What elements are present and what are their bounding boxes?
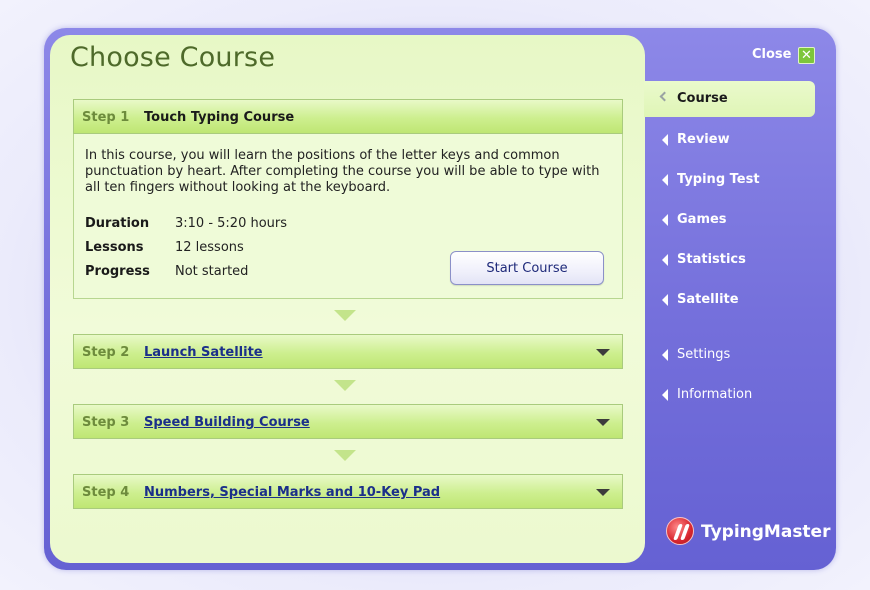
progress-label: Progress — [85, 264, 150, 279]
triangle-left-icon — [662, 254, 668, 266]
nav-item-information[interactable]: Information — [660, 384, 810, 406]
step-number: Step 2 — [82, 345, 130, 360]
step-number: Step 4 — [82, 485, 130, 500]
nav-item-statistics[interactable]: Statistics — [660, 249, 810, 271]
start-course-button[interactable]: Start Course — [450, 251, 604, 285]
step-connector-arrow-icon — [334, 310, 356, 321]
nav-item-label: Statistics — [677, 252, 746, 267]
expand-chevron-down-icon[interactable] — [596, 349, 610, 356]
triangle-left-icon — [662, 294, 668, 306]
nav-item-label: Settings — [677, 347, 731, 362]
step-2-link[interactable]: Launch Satellite — [144, 345, 263, 360]
nav-item-label: Satellite — [677, 292, 739, 307]
step-connector-arrow-icon — [334, 450, 356, 461]
triangle-left-icon — [662, 174, 668, 186]
nav-item-label: Course — [677, 91, 728, 106]
triangle-left-icon — [662, 389, 668, 401]
step-4-link[interactable]: Numbers, Special Marks and 10-Key Pad — [144, 485, 440, 500]
course-description: In this course, you will learn the posit… — [85, 148, 600, 195]
step-title: Touch Typing Course — [144, 110, 295, 125]
close-icon[interactable]: ✕ — [798, 47, 815, 64]
nav-item-satellite[interactable]: Satellite — [660, 289, 810, 311]
progress-value: Not started — [175, 264, 249, 279]
chevron-left-icon — [659, 91, 670, 102]
step-2-header[interactable]: Step 2 Launch Satellite — [73, 334, 623, 369]
step-connector-arrow-icon — [334, 380, 356, 391]
nav-item-games[interactable]: Games — [660, 209, 810, 231]
nav-item-typing-test[interactable]: Typing Test — [660, 169, 810, 191]
nav-item-label: Games — [677, 212, 727, 227]
close-button[interactable]: Close — [752, 47, 791, 62]
step-3-link[interactable]: Speed Building Course — [144, 415, 310, 430]
step-number: Step 1 — [82, 110, 130, 125]
nav-item-label: Information — [677, 387, 753, 402]
step-3-header[interactable]: Step 3 Speed Building Course — [73, 404, 623, 439]
lessons-label: Lessons — [85, 240, 144, 255]
lessons-value: 12 lessons — [175, 240, 244, 255]
triangle-left-icon — [662, 134, 668, 146]
expand-chevron-down-icon[interactable] — [596, 489, 610, 496]
duration-value: 3:10 - 5:20 hours — [175, 216, 288, 231]
step-1-panel: Step 1 Touch Typing Course In this cours… — [73, 99, 623, 299]
triangle-left-icon — [662, 214, 668, 226]
step-1-header: Step 1 Touch Typing Course — [73, 99, 623, 134]
expand-chevron-down-icon[interactable] — [596, 419, 610, 426]
logo-text: TypingMaster — [701, 522, 831, 542]
step-4-header[interactable]: Step 4 Numbers, Special Marks and 10-Key… — [73, 474, 623, 509]
nav-item-label: Review — [677, 132, 730, 147]
triangle-left-icon — [662, 349, 668, 361]
nav-item-label: Typing Test — [677, 172, 760, 187]
nav-item-review[interactable]: Review — [660, 129, 810, 151]
duration-label: Duration — [85, 216, 150, 231]
page-title: Choose Course — [70, 42, 276, 73]
typingmaster-logo: TypingMaster — [666, 517, 830, 547]
nav-item-settings[interactable]: Settings — [660, 344, 810, 366]
step-number: Step 3 — [82, 415, 130, 430]
nav-item-course[interactable]: Course — [644, 81, 815, 117]
typingmaster-logo-icon — [666, 517, 694, 545]
